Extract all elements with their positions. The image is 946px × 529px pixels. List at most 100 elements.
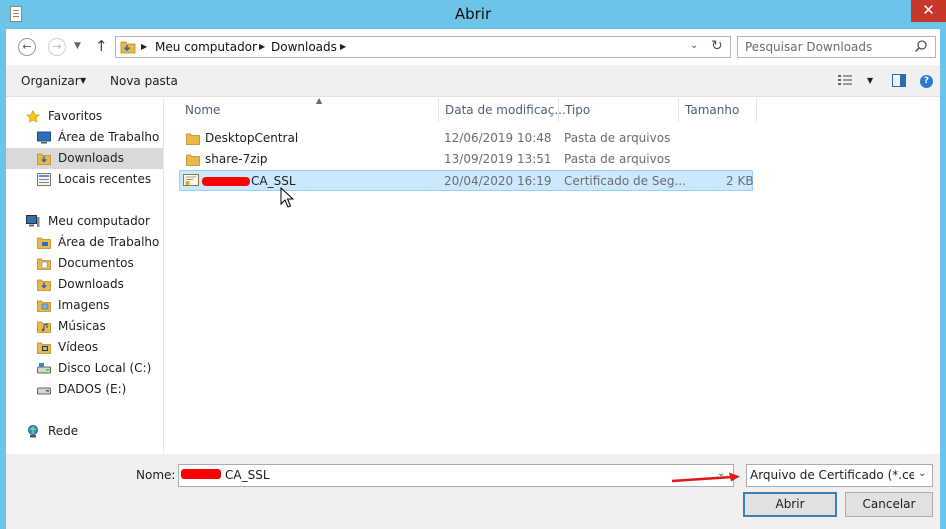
- close-button[interactable]: ✕: [911, 0, 946, 22]
- column-header-label: Tipo: [565, 103, 591, 117]
- column-header-label: Nome: [185, 103, 221, 117]
- videos-folder-icon: [37, 342, 51, 354]
- certificate-icon: [183, 174, 199, 186]
- breadcrumb-downloads[interactable]: Downloads: [271, 40, 337, 54]
- file-date: 12/06/2019 10:48: [444, 131, 552, 145]
- forward-button[interactable]: →: [48, 38, 66, 56]
- redaction-mark: [181, 469, 221, 479]
- search-placeholder: Pesquisar Downloads: [745, 40, 873, 54]
- sort-ascending-icon: ▲: [316, 96, 323, 105]
- sidebar-item-label: Vídeos: [58, 340, 99, 354]
- sidebar-item-label: Locais recentes: [58, 172, 152, 186]
- sidebar-item-desktop-folder[interactable]: Área de Trabalho: [6, 232, 163, 253]
- chevron-down-icon[interactable]: ▼: [80, 76, 86, 85]
- sidebar-item-local-disk[interactable]: Disco Local (C:): [6, 358, 163, 379]
- title-bar[interactable]: Abrir ✕: [0, 0, 946, 29]
- file-size: 2 KB: [726, 174, 754, 188]
- toolbar: Organizar ▼ Nova pasta ▼ ?: [6, 65, 940, 97]
- breadcrumb-separator-icon[interactable]: ▶: [259, 42, 265, 51]
- cancel-button[interactable]: Cancelar: [845, 492, 933, 517]
- address-bar[interactable]: ▶ Meu computador ▶ Downloads ▶ ⌄ ↻: [115, 36, 731, 58]
- breadcrumb-separator-icon[interactable]: ▶: [340, 42, 346, 51]
- address-dropdown-icon[interactable]: ⌄: [690, 40, 698, 51]
- sidebar-item-label: Documentos: [58, 256, 134, 270]
- bottom-panel: Nome: CA_SSL ⌄ Arquivo de Certificado (*…: [6, 454, 940, 529]
- file-date: 20/04/2020 16:19: [444, 174, 552, 188]
- column-header-label: Data de modificaç...: [445, 103, 566, 117]
- help-icon[interactable]: ?: [920, 75, 933, 88]
- downloads-folder-icon: [37, 279, 51, 291]
- pictures-folder-icon: [37, 300, 51, 312]
- refresh-icon[interactable]: ↻: [711, 38, 723, 54]
- chevron-down-icon[interactable]: ▼: [867, 76, 873, 85]
- file-row-selected[interactable]: CA_SSL 20/04/2020 16:19 Certificado de S…: [179, 170, 754, 191]
- sidebar-item-desktop[interactable]: Área de Trabalho: [6, 127, 163, 148]
- window-frame-right: [940, 29, 946, 529]
- breadcrumb-my-computer[interactable]: Meu computador: [155, 40, 257, 54]
- open-button[interactable]: Abrir: [743, 492, 837, 517]
- sidebar-item-documents[interactable]: Documentos: [6, 253, 163, 274]
- view-options-icon[interactable]: [838, 75, 852, 85]
- mouse-cursor-icon: [280, 187, 294, 208]
- file-date: 13/09/2019 13:51: [444, 152, 552, 166]
- sidebar-item-pictures[interactable]: Imagens: [6, 295, 163, 316]
- sidebar-item-downloads[interactable]: Downloads: [6, 274, 163, 295]
- search-input[interactable]: Pesquisar Downloads: [737, 36, 936, 58]
- sidebar-item-videos[interactable]: Vídeos: [6, 337, 163, 358]
- window-title: Abrir: [454, 5, 492, 23]
- chevron-down-icon[interactable]: ⌄: [918, 468, 926, 479]
- recent-places-icon: [37, 173, 51, 186]
- drive-icon: [37, 387, 51, 395]
- file-row[interactable]: DesktopCentral 12/06/2019 10:48 Pasta de…: [179, 128, 753, 149]
- sidebar-item-recent-places[interactable]: Locais recentes: [6, 169, 163, 190]
- up-button[interactable]: ↑: [95, 37, 108, 55]
- desktop-folder-icon: [37, 237, 51, 249]
- sidebar-item-label: DADOS (E:): [58, 382, 127, 396]
- sidebar-item-music[interactable]: Músicas: [6, 316, 163, 337]
- music-folder-icon: [37, 321, 51, 333]
- column-header-size[interactable]: Tamanho: [679, 98, 757, 122]
- organize-button[interactable]: Organizar: [21, 74, 80, 88]
- preview-pane-icon[interactable]: [892, 74, 906, 87]
- recent-locations-dropdown[interactable]: ▼: [74, 41, 81, 51]
- file-name-label: Nome:: [136, 468, 176, 482]
- new-folder-button[interactable]: Nova pasta: [110, 74, 178, 88]
- sidebar-item-favorites[interactable]: Favoritos: [6, 106, 163, 127]
- column-header-type[interactable]: Tipo: [559, 98, 679, 122]
- breadcrumb-separator-icon[interactable]: ▶: [141, 42, 147, 51]
- file-type: Certificado de Seg...: [564, 174, 686, 188]
- sidebar-item-data-drive[interactable]: DADOS (E:): [6, 379, 163, 400]
- back-button[interactable]: ←: [18, 38, 36, 56]
- redaction-mark: [202, 177, 250, 186]
- folder-icon: [186, 154, 200, 166]
- sidebar-item-label: Área de Trabalho: [58, 130, 160, 144]
- file-type: Pasta de arquivos: [564, 152, 671, 166]
- sidebar-item-network[interactable]: Rede: [6, 421, 163, 442]
- file-type-value: Arquivo de Certificado (*.cer;*.c: [750, 468, 933, 482]
- sidebar-item-my-computer[interactable]: Meu computador: [6, 211, 163, 232]
- sidebar-item-label: Rede: [48, 424, 79, 438]
- file-type-select[interactable]: Arquivo de Certificado (*.cer;*.c ⌄: [746, 464, 933, 487]
- file-type: Pasta de arquivos: [564, 131, 671, 145]
- local-disk-icon: [37, 363, 51, 374]
- sidebar-item-label: Meu computador: [48, 214, 150, 228]
- sidebar-item-label: Imagens: [58, 298, 110, 312]
- sidebar-item-downloads-favorite[interactable]: Downloads: [6, 148, 163, 169]
- file-list: Nome ▲ Data de modificaç... Tipo Tamanho…: [165, 96, 940, 454]
- search-icon[interactable]: [914, 39, 928, 53]
- file-name: CA_SSL: [251, 174, 296, 188]
- annotation-arrow-icon: [671, 472, 740, 483]
- sidebar-item-label: Área de Trabalho: [58, 235, 160, 249]
- column-header-date[interactable]: Data de modificaç...: [439, 98, 566, 122]
- file-row[interactable]: share-7zip 13/09/2019 13:51 Pasta de arq…: [179, 149, 753, 170]
- file-name: share-7zip: [205, 152, 268, 166]
- column-header-name[interactable]: Nome ▲: [179, 96, 439, 122]
- column-header-label: Tamanho: [685, 103, 740, 117]
- downloads-folder-icon: [120, 41, 136, 54]
- sidebar-item-label: Downloads: [58, 277, 124, 291]
- address-row: ← → ▼ ↑ ▶ Meu computador ▶ Downloads ▶ ⌄…: [6, 29, 940, 65]
- network-icon: [28, 425, 38, 438]
- downloads-folder-icon: [37, 153, 51, 165]
- file-name-input[interactable]: CA_SSL ⌄: [178, 464, 734, 487]
- sidebar-item-label: Músicas: [58, 319, 106, 333]
